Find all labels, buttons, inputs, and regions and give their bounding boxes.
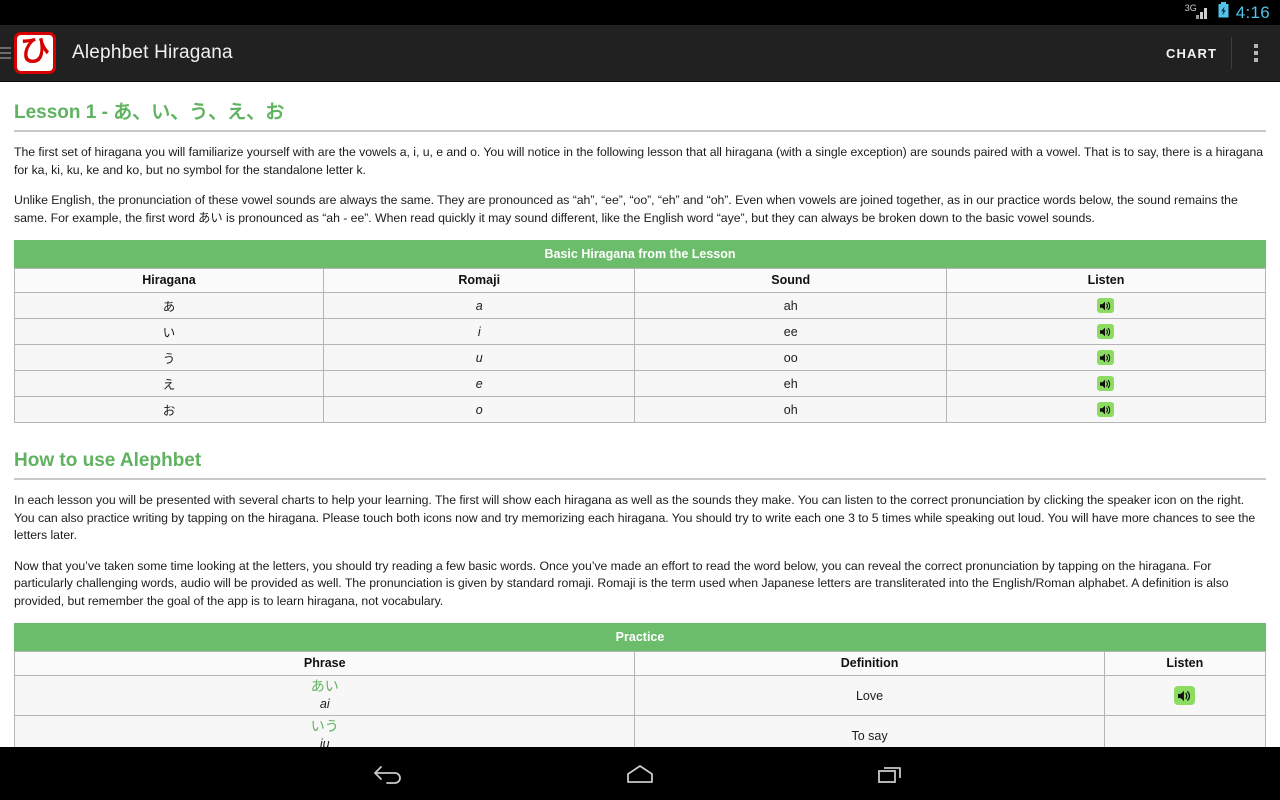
- col-definition: Definition: [634, 651, 1105, 676]
- practice-table: Practice Phrase Definition Listen あい ai …: [13, 623, 1267, 747]
- cell-sound: ah: [634, 292, 947, 319]
- table-row[interactable]: う u oo: [14, 344, 1267, 371]
- phrase-kana[interactable]: いう: [15, 719, 634, 736]
- col-hiragana: Hiragana: [14, 268, 324, 293]
- cell-hiragana[interactable]: お: [14, 396, 324, 423]
- practice-table-caption: Practice: [14, 623, 1266, 651]
- home-icon[interactable]: [605, 754, 675, 794]
- col-phrase: Phrase: [13, 651, 636, 676]
- speaker-icon[interactable]: [1174, 686, 1196, 705]
- practice-table-body: あい ai Love いう iu To say: [13, 675, 1267, 747]
- cell-phrase[interactable]: いう iu: [13, 715, 636, 747]
- howto-heading: How to use Alephbet: [14, 441, 1266, 480]
- phrase-kana[interactable]: あい: [15, 679, 634, 696]
- speaker-icon[interactable]: [1097, 298, 1115, 314]
- speaker-icon[interactable]: [1097, 324, 1115, 340]
- cell-listen[interactable]: [1103, 675, 1267, 716]
- cell-sound: eh: [634, 370, 947, 397]
- cell-listen[interactable]: [945, 318, 1267, 345]
- action-bar: ひ Alephbet Hiragana CHART: [0, 25, 1280, 82]
- table-header-row: Phrase Definition Listen: [13, 651, 1267, 676]
- speaker-icon[interactable]: [1097, 402, 1115, 418]
- system-nav-bar: [0, 747, 1280, 800]
- table-row[interactable]: い i ee: [14, 318, 1267, 345]
- network-type-label: 3G: [1184, 2, 1197, 13]
- overflow-menu-icon[interactable]: [1232, 25, 1280, 81]
- cell-listen: [1103, 715, 1267, 747]
- back-arrow-icon[interactable]: [355, 754, 425, 794]
- col-sound: Sound: [634, 268, 947, 293]
- col-romaji: Romaji: [322, 268, 636, 293]
- col-listen: Listen: [1103, 651, 1267, 676]
- cell-sound: oh: [634, 396, 947, 423]
- speaker-icon[interactable]: [1097, 350, 1115, 366]
- table-row[interactable]: え e eh: [14, 370, 1267, 397]
- phrase-romaji: iu: [319, 737, 330, 747]
- cell-hiragana[interactable]: あ: [14, 292, 324, 319]
- cell-romaji: o: [322, 396, 636, 423]
- cell-listen[interactable]: [945, 344, 1267, 371]
- cell-sound: oo: [634, 344, 947, 371]
- howto-paragraph-1: In each lesson you will be presented wit…: [14, 493, 1256, 542]
- lesson-paragraph-2: Unlike English, the pronunciation of the…: [14, 193, 1238, 225]
- basic-hiragana-table: Basic Hiragana from the Lesson Hiragana …: [14, 240, 1267, 423]
- recents-icon[interactable]: [855, 754, 925, 794]
- cell-sound: ee: [634, 318, 947, 345]
- table-row[interactable]: いう iu To say: [13, 715, 1267, 747]
- table-row[interactable]: お o oh: [14, 396, 1267, 423]
- app-logo-glyph: ひ: [20, 34, 50, 69]
- col-listen: Listen: [945, 268, 1267, 293]
- app-logo-icon[interactable]: ひ: [14, 32, 56, 74]
- phrase-romaji: ai: [319, 697, 330, 711]
- cell-romaji: a: [322, 292, 636, 319]
- table-header-row: Hiragana Romaji Sound Listen: [14, 268, 1267, 293]
- lesson-heading: Lesson 1 - あ、い、う、え、お: [14, 88, 1266, 132]
- chart-button[interactable]: CHART: [1152, 25, 1231, 81]
- cell-definition: Love: [634, 675, 1105, 716]
- cell-phrase[interactable]: あい ai: [13, 675, 636, 716]
- cell-romaji: e: [322, 370, 636, 397]
- table-row[interactable]: あ a ah: [14, 292, 1267, 319]
- howto-paragraph-2: Now that you’ve taken some time looking …: [14, 558, 1229, 608]
- status-clock: 4:16: [1235, 3, 1270, 22]
- status-bar: 3G 4:16: [0, 0, 1280, 25]
- basic-table-caption: Basic Hiragana from the Lesson: [14, 240, 1266, 268]
- cell-hiragana[interactable]: う: [14, 344, 324, 371]
- table-row[interactable]: あい ai Love: [13, 675, 1267, 716]
- cell-hiragana[interactable]: え: [14, 370, 324, 397]
- cell-romaji: u: [322, 344, 636, 371]
- signal-bars-icon: 3G: [1184, 2, 1211, 21]
- cell-listen[interactable]: [945, 370, 1267, 397]
- drawer-grip-icon[interactable]: [0, 47, 11, 59]
- action-bar-actions: CHART: [1152, 25, 1280, 81]
- cell-definition: To say: [634, 715, 1105, 747]
- lesson-content[interactable]: Lesson 1 - あ、い、う、え、お The first set of hi…: [0, 82, 1280, 747]
- screen: 3G 4:16 ひ Alephbet Hiragana CHART Lesson…: [0, 0, 1280, 800]
- battery-charging-icon: [1218, 2, 1229, 23]
- cell-romaji: i: [322, 318, 636, 345]
- lesson-paragraph-1: The first set of hiragana you will famil…: [14, 145, 1264, 177]
- app-title: Alephbet Hiragana: [72, 42, 233, 63]
- basic-table-body: あ a ah い i ee う u oo え e eh お o oh: [14, 292, 1267, 423]
- speaker-icon[interactable]: [1097, 376, 1115, 392]
- cell-listen[interactable]: [945, 292, 1267, 319]
- cell-hiragana[interactable]: い: [14, 318, 324, 345]
- cell-listen[interactable]: [945, 396, 1267, 423]
